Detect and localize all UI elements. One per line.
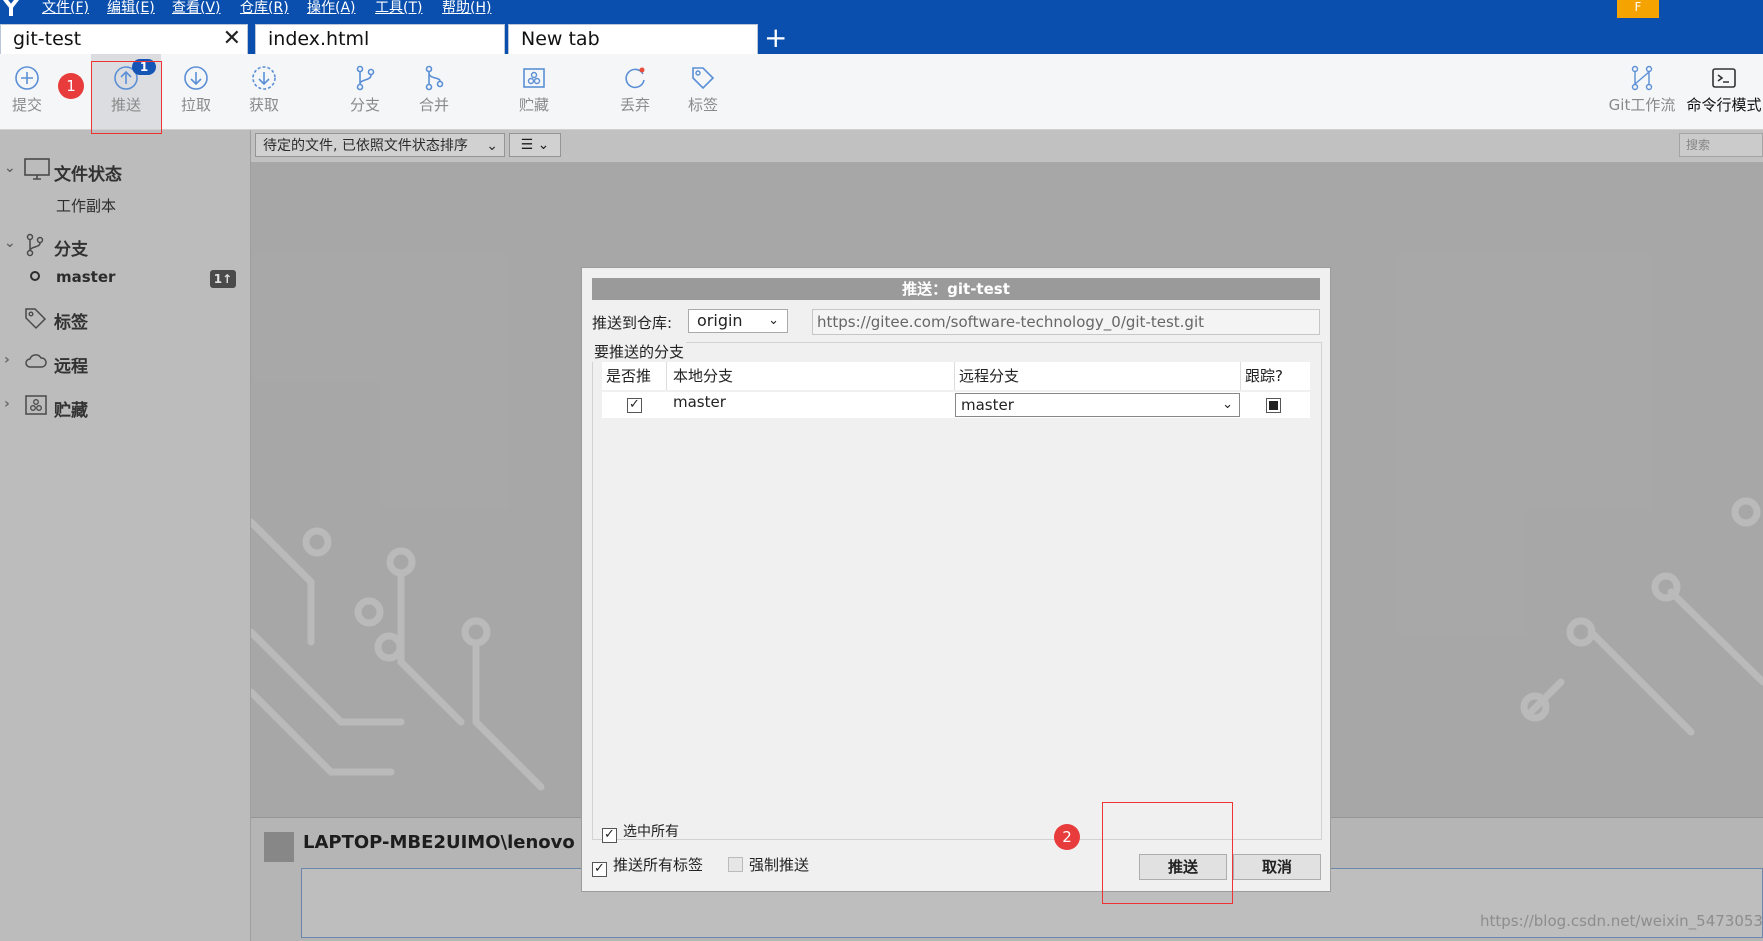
step-marker-1: 1 [58, 73, 84, 99]
push-all-tags-label: 推送所有标签 [613, 856, 704, 874]
new-tab-plus-icon[interactable]: + [764, 24, 787, 52]
table-row: ✓ master master ⌄ [602, 392, 1310, 418]
commit-label: 提交 [11, 96, 42, 114]
column-header-push: 是否推 [602, 362, 667, 390]
merge-icon [425, 65, 444, 91]
git-flow-label: Git工作流 [1608, 96, 1676, 114]
user-account-badge[interactable]: F [1617, 0, 1659, 18]
branch-icon [356, 65, 375, 91]
remote-label: 推送到仓库: [592, 314, 673, 332]
git-flow-icon [1631, 65, 1653, 91]
watermark: https://blog.csdn.net/weixin_54730535 [1480, 912, 1763, 930]
fetch-button[interactable]: 获取 [229, 54, 299, 129]
chevron-down-icon: ⌄ [768, 313, 779, 328]
force-push-label: 强制推送 [749, 856, 810, 874]
git-flow-button[interactable]: Git工作流 [1605, 54, 1679, 129]
merge-button[interactable]: 合并 [399, 54, 469, 129]
tab-bar: git-test ✕ index.html New tab + [0, 18, 1763, 54]
fetch-icon [252, 66, 276, 90]
tab-label: New tab [521, 28, 600, 50]
menu-help[interactable]: 帮助(H) [442, 0, 491, 17]
push-dialog: 推送：git-test 推送到仓库: origin ⌄ https://gite… [581, 267, 1331, 892]
tag-icon [692, 67, 715, 90]
terminal-label: 命令行模式 [1686, 96, 1762, 114]
tab-new-tab[interactable]: New tab [508, 24, 758, 54]
local-branch-name: master [673, 393, 726, 411]
chevron-down-icon: ⌄ [1222, 397, 1233, 412]
remote-branch-select[interactable]: master ⌄ [955, 393, 1240, 417]
menu-tools[interactable]: 工具(T) [375, 0, 422, 17]
tab-label: index.html [268, 28, 370, 50]
step-marker-2: 2 [1054, 824, 1080, 850]
pull-label: 拉取 [180, 96, 211, 114]
terminal-button[interactable]: 命令行模式 [1685, 54, 1763, 129]
menu-file[interactable]: 文件(F) [42, 0, 89, 17]
toolbar: 提交 推送 1 拉取 获取 分支 合并 贮藏 丢弃 标签 Git工作流 命令行模… [0, 54, 1763, 130]
column-header-track: 跟踪? [1241, 362, 1310, 390]
sourcetree-logo-icon [3, 0, 19, 16]
push-branch-checkbox[interactable]: ✓ [627, 398, 642, 413]
select-all-checkbox[interactable]: ✓ [602, 828, 617, 843]
select-all-option[interactable]: ✓ 选中所有 [602, 821, 679, 843]
stash-button[interactable]: 贮藏 [499, 54, 569, 129]
force-push-option[interactable]: 强制推送 [728, 854, 809, 875]
push-all-tags-option[interactable]: ✓ 推送所有标签 [592, 854, 703, 877]
branch-button[interactable]: 分支 [330, 54, 400, 129]
dialog-title: 推送：git-test [592, 278, 1320, 300]
commit-button[interactable]: 提交 [0, 54, 54, 129]
pull-arrow-down-icon [184, 66, 208, 90]
discard-label: 丢弃 [619, 96, 650, 114]
terminal-icon [1712, 68, 1736, 88]
tab-label: git-test [13, 28, 82, 50]
menu-actions[interactable]: 操作(A) [307, 0, 356, 17]
menu-repository[interactable]: 仓库(R) [240, 0, 289, 17]
cancel-button[interactable]: 取消 [1233, 854, 1321, 880]
discard-button[interactable]: 丢弃 [600, 54, 670, 129]
select-all-label: 选中所有 [623, 824, 679, 840]
menu-edit[interactable]: 编辑(E) [107, 0, 155, 17]
push-all-tags-checkbox[interactable]: ✓ [592, 862, 607, 877]
menu-view[interactable]: 查看(V) [172, 0, 221, 17]
tab-index-html[interactable]: index.html [255, 24, 505, 54]
remote-select[interactable]: origin ⌄ [688, 309, 788, 333]
commit-icon [15, 66, 39, 90]
branch-label: 分支 [349, 96, 380, 114]
remote-url-field[interactable]: https://gitee.com/software-technology_0/… [812, 309, 1320, 335]
column-header-remote-branch: 远程分支 [955, 362, 1241, 390]
track-checkbox[interactable] [1266, 398, 1281, 413]
close-icon[interactable]: ✕ [223, 25, 241, 53]
merge-label: 合并 [418, 96, 449, 114]
force-push-checkbox[interactable] [728, 857, 743, 872]
stash-icon [523, 68, 545, 88]
tag-label: 标签 [687, 96, 718, 114]
highlight-push-confirm-button [1102, 802, 1233, 904]
menu-bar: 文件(F) 编辑(E) 查看(V) 仓库(R) 操作(A) 工具(T) 帮助(H… [0, 0, 1763, 18]
discard-icon [625, 67, 645, 89]
remote-select-value: origin [697, 311, 743, 330]
remote-branch-select-value: master [961, 396, 1014, 414]
tag-button[interactable]: 标签 [668, 54, 738, 129]
stash-label: 贮藏 [518, 96, 549, 114]
fetch-label: 获取 [248, 96, 279, 114]
pull-button[interactable]: 拉取 [161, 54, 231, 129]
branches-group-legend: 要推送的分支 [592, 341, 687, 362]
tab-git-test[interactable]: git-test ✕ [0, 24, 248, 54]
column-header-local-branch: 本地分支 [667, 362, 955, 390]
highlight-push-button [91, 61, 162, 134]
